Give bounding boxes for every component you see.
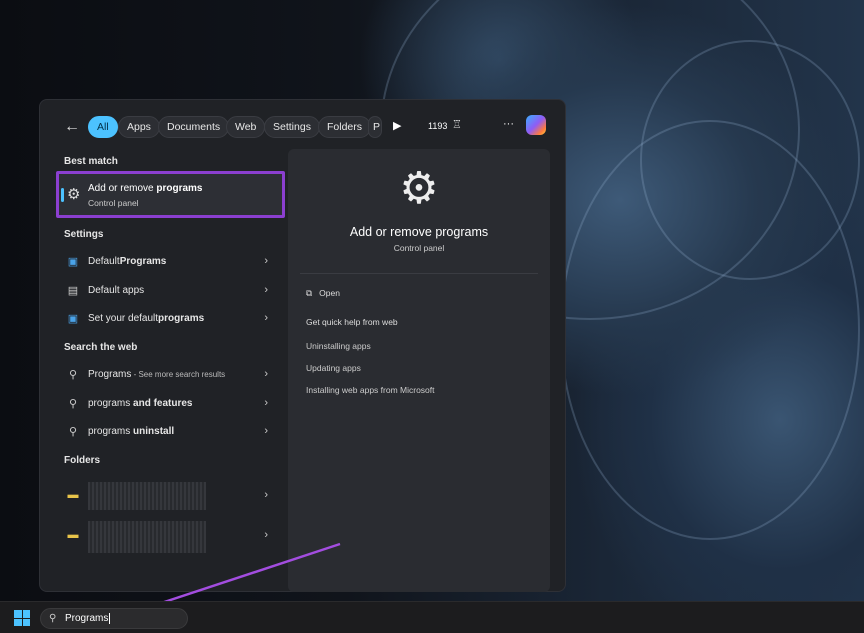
search-icon: ⚲ [49, 613, 57, 624]
annotation-arrow [120, 542, 341, 617]
windows-start-button[interactable] [14, 610, 30, 626]
taskbar-search-input[interactable]: ⚲ Programs [40, 608, 188, 629]
search-value: Programs [65, 613, 109, 624]
taskbar: ⚲ Programs [0, 601, 864, 633]
text-cursor [109, 613, 111, 624]
